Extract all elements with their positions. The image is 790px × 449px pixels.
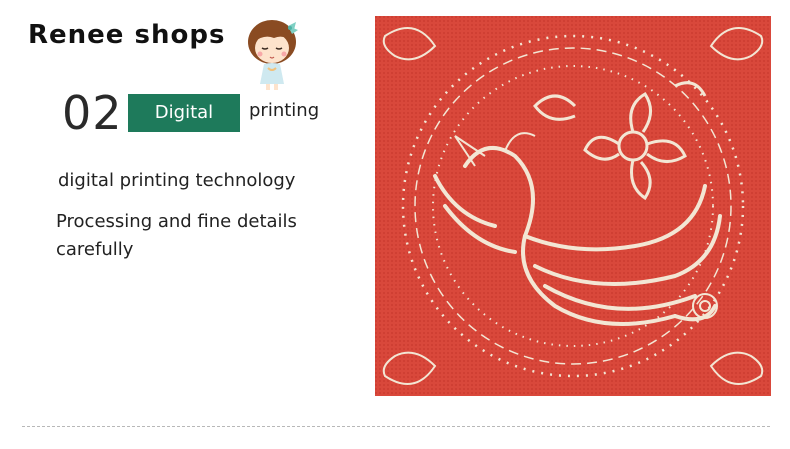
feature-badge-suffix: printing <box>249 100 320 121</box>
phoenix-pattern-svg <box>375 16 771 396</box>
phoenix-pattern-pillow-image <box>375 16 771 396</box>
feature-badge: Digital <box>128 94 240 132</box>
section-divider <box>22 426 770 427</box>
cartoon-girl-icon <box>248 20 298 90</box>
feature-description-line-1: digital printing technology <box>58 170 296 191</box>
brand-title: Renee shops <box>28 20 226 50</box>
step-number: 02 <box>62 86 123 140</box>
feature-description-line-2: Processing and fine details carefully <box>56 211 297 260</box>
